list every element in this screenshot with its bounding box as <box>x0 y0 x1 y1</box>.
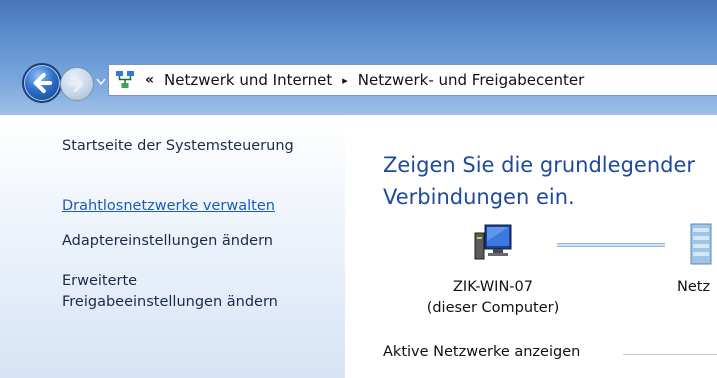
back-arrow-icon <box>33 72 53 94</box>
connection-line <box>557 243 665 247</box>
network-icon[interactable] <box>685 222 717 266</box>
computer-label: ZIK-WIN-07 (dieser Computer) <box>408 277 578 319</box>
network-label: Netz <box>677 279 711 295</box>
breadcrumb-netzwerk-und-internet[interactable]: Netzwerk und Internet <box>164 71 332 89</box>
forward-button[interactable] <box>60 67 94 101</box>
computer-icon[interactable] <box>473 223 517 263</box>
sidebar-item-wireless[interactable]: Drahtlosnetzwerke verwalten <box>62 196 275 217</box>
sidebar-item-advanced-line2[interactable]: Freigabeeinstellungen ändern <box>62 292 278 313</box>
page-title-line1: Zeigen Sie die grundlegender <box>383 153 696 177</box>
sidebar-item-adapter[interactable]: Adaptereinstellungen ändern <box>62 231 273 252</box>
main-content: Zeigen Sie die grundlegender Verbindunge… <box>345 115 717 378</box>
page-title-line2: Verbindungen ein. <box>383 185 575 209</box>
sidebar-home-link[interactable]: Startseite der Systemsteuerung <box>62 136 294 157</box>
recent-pages-dropdown-icon[interactable] <box>96 78 106 86</box>
computer-name: ZIK-WIN-07 <box>453 279 533 295</box>
task-pane: Startseite der Systemsteuerung Drahtlosn… <box>0 115 345 378</box>
section-divider <box>623 354 717 355</box>
back-button[interactable] <box>22 63 62 103</box>
active-networks-heading: Aktive Netzwerke anzeigen <box>383 344 581 360</box>
forward-arrow-icon <box>68 75 84 93</box>
breadcrumb-overflow[interactable]: « <box>145 72 154 88</box>
breadcrumb-freigabecenter[interactable]: Netzwerk- und Freigabecenter <box>358 71 585 89</box>
computer-subtitle: (dieser Computer) <box>426 300 560 316</box>
network-center-icon <box>114 69 136 91</box>
page-title: Zeigen Sie die grundlegender Verbindunge… <box>383 149 695 213</box>
address-bar[interactable]: « Netzwerk und Internet ▸ Netzwerk- und … <box>108 64 717 96</box>
sidebar-item-advanced-line1[interactable]: Erweiterte <box>62 271 137 292</box>
window-title-bar <box>0 0 717 115</box>
breadcrumb-separator-icon[interactable]: ▸ <box>342 74 348 87</box>
